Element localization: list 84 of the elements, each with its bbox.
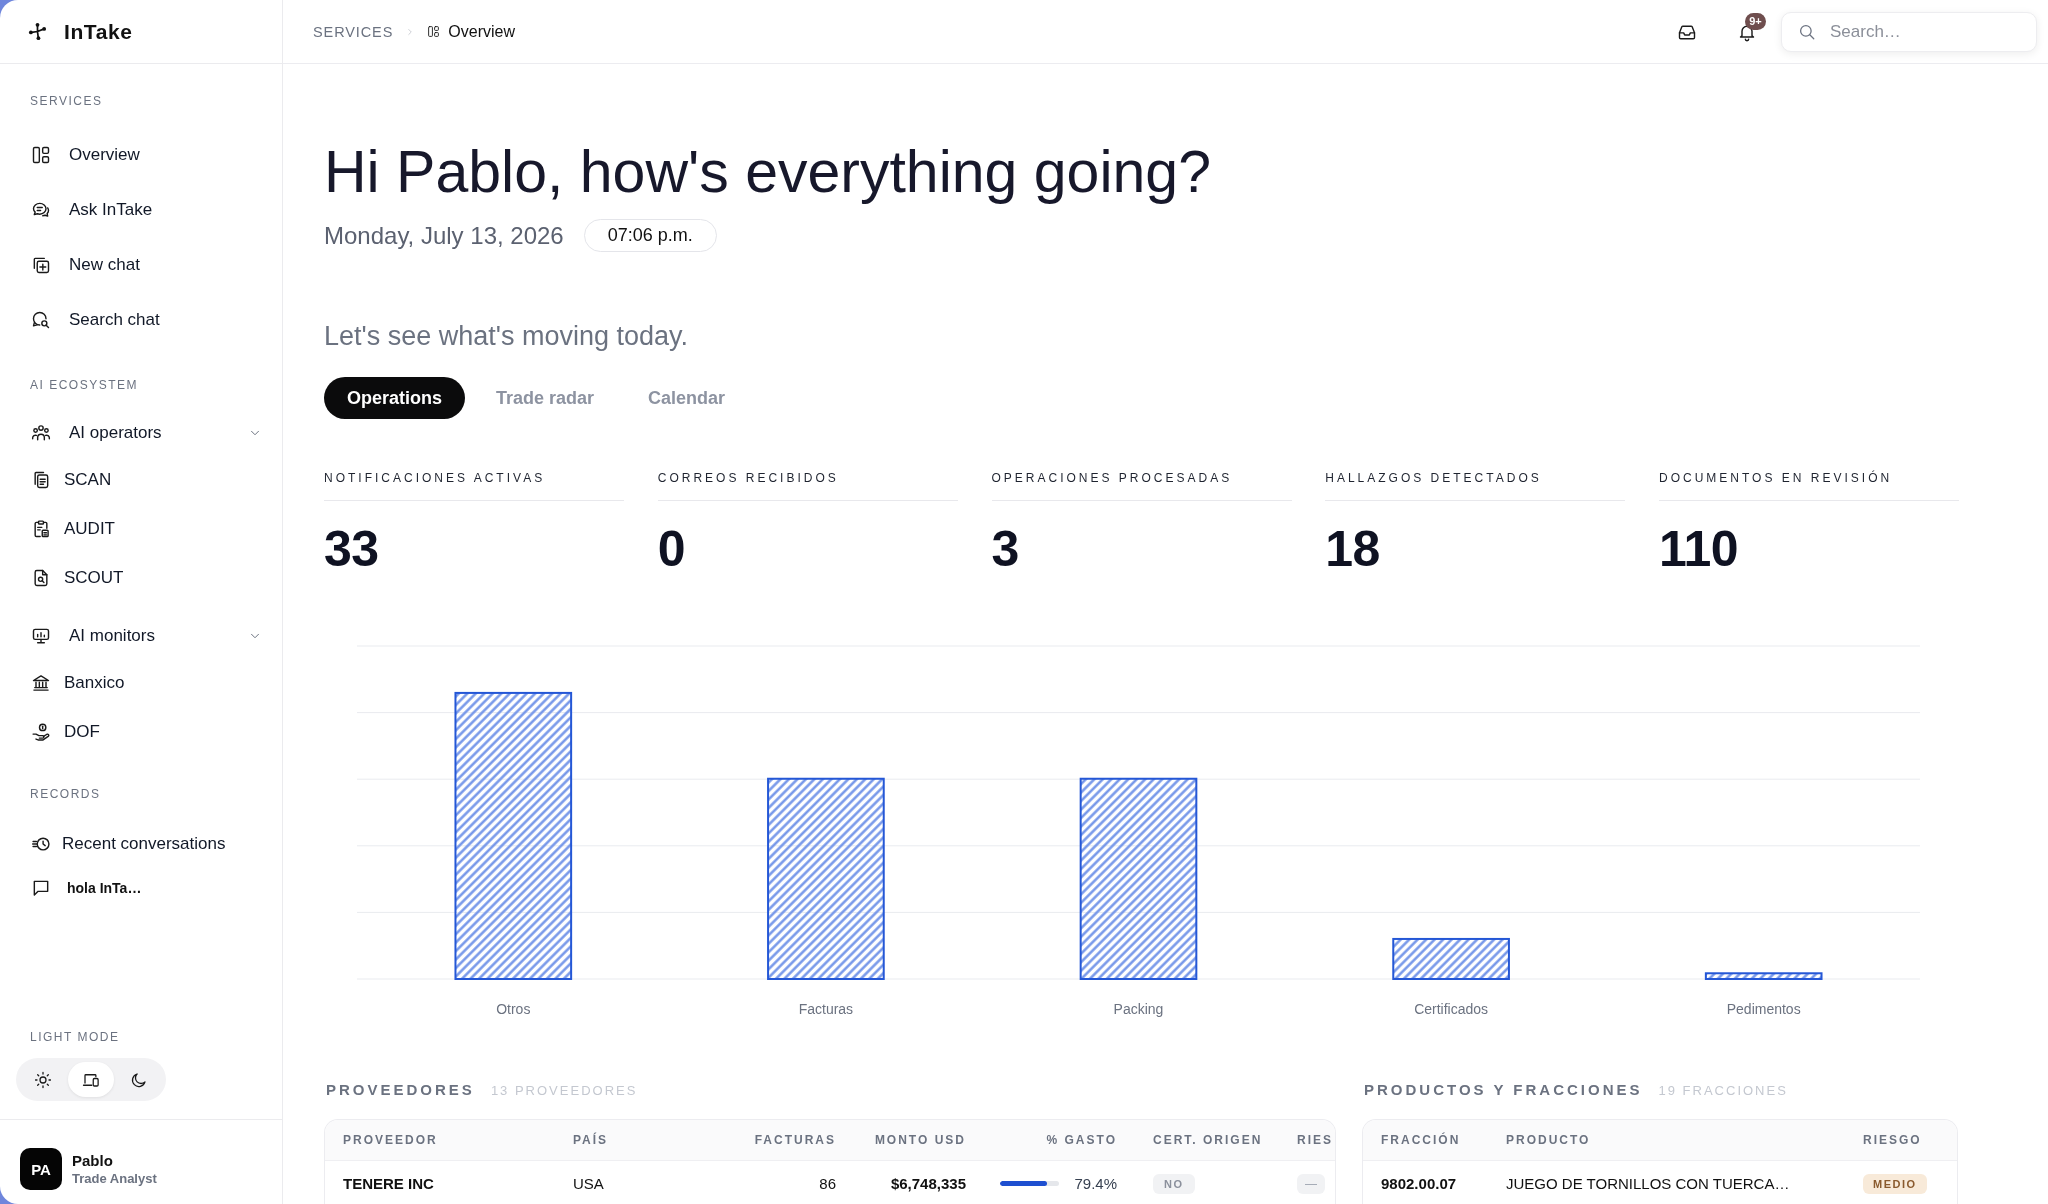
breadcrumb-current[interactable]: Overview [427, 22, 515, 41]
search-field[interactable]: Search… [1781, 11, 2037, 52]
column-header: PROVEEDOR [343, 1133, 439, 1147]
monitor-chart-icon [31, 626, 51, 646]
user-name: Pablo [72, 1151, 114, 1171]
file-search-icon [31, 567, 51, 588]
nav-item[interactable]: Overview [31, 127, 140, 182]
table-cell: $6,748,335 [890, 1175, 966, 1192]
user-role: Trade Analyst [72, 1171, 157, 1187]
hand-coin-icon [31, 721, 51, 742]
stat-label: DOCUMENTOS EN REVISIÓN [1659, 471, 1893, 485]
column-header: RIESGO [1863, 1133, 1923, 1147]
layout-icon [31, 144, 51, 165]
column-header: CERT. ORIGEN [1152, 1133, 1264, 1147]
column-header: PRODUCTO [1506, 1133, 1592, 1147]
status-tag: NO [1153, 1173, 1195, 1194]
column-header: MONTO USD [874, 1133, 966, 1147]
logo-icon [28, 22, 47, 41]
search-icon [1798, 22, 1816, 41]
conversation-item[interactable]: hola InTa… [31, 868, 142, 908]
nav-item[interactable]: Recent conversations [31, 820, 226, 868]
section-title: RECORDS [30, 786, 101, 803]
stat-label: OPERACIONES PROCESADAS [991, 471, 1233, 485]
stat-value: 18 [1325, 523, 1380, 575]
tab[interactable]: Operations [324, 377, 466, 419]
table-cell-text: TENERE INC [343, 1175, 435, 1192]
breadcrumb-link[interactable]: SERVICES [313, 23, 394, 40]
notification-badge: 9+ [1745, 12, 1766, 30]
moon-icon [130, 1070, 148, 1089]
bank-icon [31, 672, 51, 693]
table-count: 13 PROVEEDORES [490, 1082, 638, 1100]
column-header: FACTURAS [754, 1133, 836, 1147]
stat-label: HALLAZGOS DETECTADOS [1325, 471, 1542, 485]
stat-value: 0 [657, 523, 686, 575]
section-title: SERVICES [30, 93, 103, 110]
axis-label: Certificados [1414, 1000, 1489, 1017]
notifications-button[interactable]: 9+ [1726, 11, 1768, 52]
stat-value: 110 [1659, 523, 1739, 575]
brand-name: InTake [64, 19, 133, 44]
section-title: AI ECOSYSTEM [30, 377, 139, 394]
axis-label: Facturas [798, 1000, 854, 1017]
avatar: PA [20, 1148, 62, 1190]
column-header: RIES [1297, 1133, 1334, 1147]
chat-icon [31, 878, 51, 898]
date-text: Monday, July 13, 2026 [324, 221, 564, 250]
nav-subitem[interactable]: AUDIT [31, 504, 115, 553]
table-cell-text: USA [573, 1175, 605, 1192]
column-header: FRACCIÓN [1381, 1133, 1462, 1147]
nav-subitem[interactable]: SCAN [31, 455, 112, 504]
table-cell-text: JUEGO DE TORNILLOS CON TUERCA… [1506, 1175, 1791, 1192]
table-title: PROVEEDORES [326, 1080, 475, 1100]
theme-option[interactable] [68, 1062, 114, 1097]
axis-label: Otros [496, 1000, 531, 1017]
table-title: PRODUCTOS Y FRACCIONES [1364, 1080, 1643, 1100]
users-icon [31, 423, 51, 443]
nav-item[interactable]: Search chat [31, 292, 160, 347]
column-header: % GASTO [1046, 1133, 1117, 1147]
sun-icon [34, 1070, 52, 1089]
greeting-heading: Hi Pablo, how's everything going? [324, 139, 1211, 205]
table-cell-text: 9802.00.07 [1381, 1175, 1458, 1192]
stat-value: 33 [324, 523, 379, 575]
stat-label: CORREOS RECIBIDOS [657, 471, 839, 485]
axis-label: Packing [1113, 1000, 1164, 1017]
nav-subitem[interactable]: DOF [31, 707, 100, 756]
nav-subitem[interactable]: SCOUT [31, 553, 124, 602]
nav-group[interactable]: AI operators [31, 411, 262, 455]
status-tag: — [1297, 1173, 1325, 1194]
nav-group[interactable]: AI monitors [31, 614, 262, 658]
section-title: LIGHT MODE [30, 1029, 120, 1046]
chat-search-icon [31, 309, 51, 330]
nav-subitem[interactable]: Banxico [31, 658, 125, 707]
layout-icon [427, 25, 441, 38]
table-cell: 86 [819, 1175, 836, 1192]
stat-label: NOTIFICACIONES ACTIVAS [324, 471, 546, 485]
stat-value: 3 [991, 523, 1019, 575]
clipboard-icon [31, 518, 51, 539]
table-cell: 79.4% [1074, 1175, 1117, 1192]
axis-label: Pedimentos [1726, 1000, 1801, 1017]
nav-item[interactable]: Ask InTake [31, 182, 153, 237]
table-count: 19 FRACCIONES [1658, 1082, 1788, 1100]
nav-item[interactable]: New chat [31, 237, 140, 292]
files-icon [31, 469, 51, 490]
subtitle: Let's see what's moving today. [324, 320, 688, 352]
risk-badge: MEDIO [1863, 1173, 1927, 1194]
